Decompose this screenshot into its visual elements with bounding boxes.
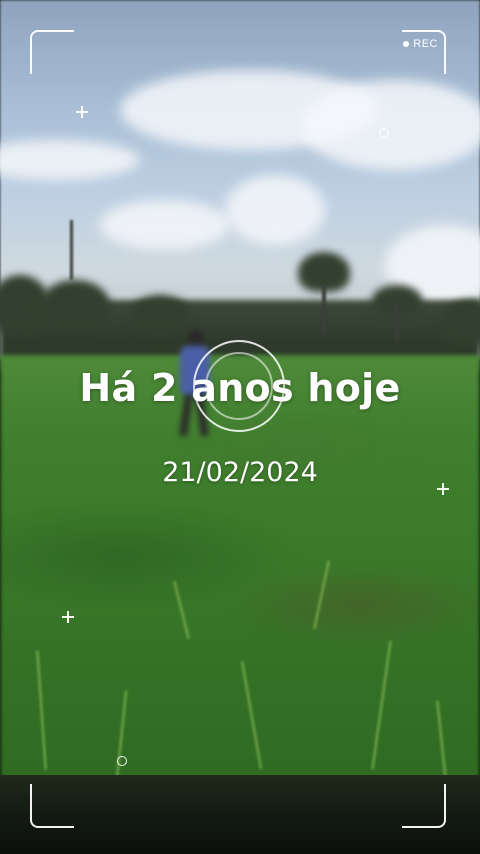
frame-corner-bottom-right: [402, 784, 446, 828]
palm-trunk: [395, 305, 399, 340]
tree: [40, 280, 110, 330]
circle-marker-icon: [379, 128, 389, 138]
cloud: [225, 175, 325, 245]
frame-corner-top-right: [402, 30, 446, 74]
frame-corner-top-left: [30, 30, 74, 74]
circle-marker-icon: [117, 756, 127, 766]
rec-indicator: REC: [403, 38, 438, 50]
tree: [130, 295, 190, 335]
pole: [70, 220, 73, 280]
cloud: [100, 200, 230, 250]
cloud: [300, 80, 480, 170]
record-dot-icon: [403, 41, 410, 47]
rec-label: REC: [413, 38, 438, 50]
memory-screen: REC Há 2 anos hoje 21/02/2024: [0, 0, 480, 854]
palm-trunk: [322, 285, 326, 335]
plus-icon: [62, 611, 74, 623]
memory-date: 21/02/2024: [162, 457, 318, 488]
frame-corner-bottom-left: [30, 784, 74, 828]
plus-icon: [76, 106, 88, 118]
memory-headline: Há 2 anos hoje: [79, 366, 401, 410]
